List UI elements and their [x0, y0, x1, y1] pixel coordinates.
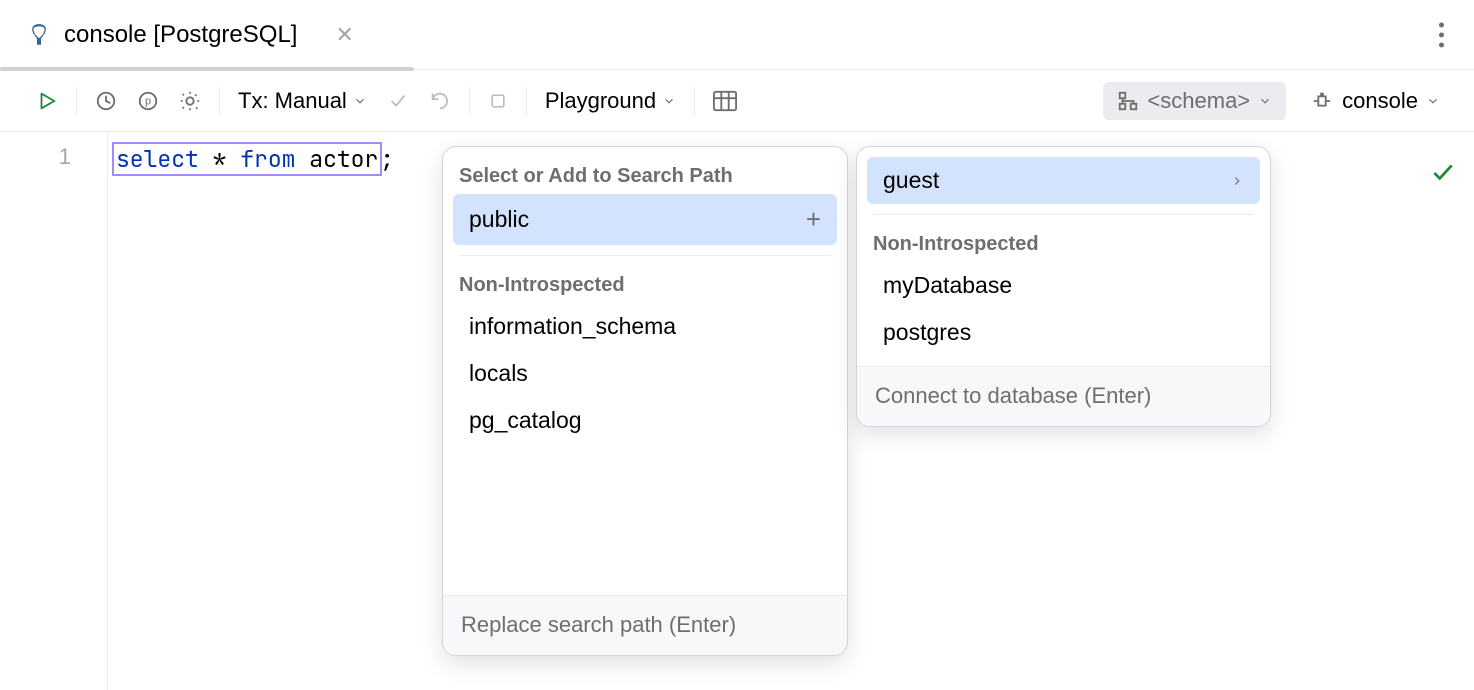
gear-icon[interactable] [169, 84, 211, 118]
table-name: actor [309, 144, 378, 174]
session-dropdown[interactable]: console [1296, 82, 1454, 120]
chevron-down-icon [662, 88, 676, 114]
db-item-guest[interactable]: guest [867, 157, 1260, 204]
editor-toolbar: p Tx: Manual Playground <schema> consol [0, 70, 1474, 132]
plus-icon[interactable]: + [806, 204, 821, 235]
schema-label: <schema> [1147, 88, 1250, 114]
inspection-ok-icon[interactable] [1430, 160, 1456, 191]
chevron-down-icon [353, 88, 367, 114]
schema-item-label: public [469, 206, 529, 233]
schema-item-label: locals [469, 360, 528, 387]
keyword-from: from [240, 144, 295, 174]
popup-section-header: Non-Introspected [443, 256, 847, 303]
toolbar-separator [219, 87, 220, 115]
line-number: 1 [0, 144, 71, 170]
schema-item-pg-catalog[interactable]: pg_catalog [453, 397, 837, 444]
db-item-label: postgres [883, 319, 971, 346]
commit-check-icon[interactable] [377, 84, 419, 118]
schema-dropdown[interactable]: <schema> [1103, 82, 1286, 120]
toolbar-separator [526, 87, 527, 115]
toolbar-separator [469, 87, 470, 115]
kebab-menu-icon[interactable] [1439, 22, 1444, 47]
letter-p-icon[interactable]: p [127, 84, 169, 118]
plug-icon [1310, 90, 1334, 112]
session-label: console [1342, 88, 1418, 114]
chevron-down-icon [1258, 88, 1272, 114]
keyword-select: select [116, 144, 199, 174]
popup-footer: Connect to database (Enter) [857, 366, 1270, 426]
popup-section-header: Non-Introspected [857, 215, 1270, 262]
toolbar-separator [76, 87, 77, 115]
popup-header: Select or Add to Search Path [443, 147, 847, 194]
chevron-down-icon [1426, 88, 1440, 114]
semicolon: ; [380, 144, 394, 174]
tx-mode-dropdown[interactable]: Tx: Manual [228, 82, 377, 120]
db-item-label: guest [883, 167, 939, 194]
stop-button[interactable] [478, 85, 518, 117]
highlighted-statement: select * from actor [114, 144, 380, 174]
schema-search-path-popup: Select or Add to Search Path public + No… [442, 146, 848, 656]
svg-text:p: p [145, 95, 151, 107]
code-editor[interactable]: select * from actor; [108, 132, 394, 690]
toolbar-separator [694, 87, 695, 115]
tx-mode-label: Tx: Manual [238, 88, 347, 114]
editor-tab-bar: console [PostgreSQL] ✕ [0, 0, 1474, 70]
db-item-postgres[interactable]: postgres [867, 309, 1260, 356]
history-icon[interactable] [85, 84, 127, 118]
schema-item-public[interactable]: public + [453, 194, 837, 245]
star-token: * [213, 144, 227, 174]
run-button[interactable] [26, 84, 68, 118]
schema-item-label: information_schema [469, 313, 676, 340]
editor-tab-title: console [PostgreSQL] [64, 21, 297, 49]
schema-item-information-schema[interactable]: information_schema [453, 303, 837, 350]
db-item-mydatabase[interactable]: myDatabase [867, 262, 1260, 309]
editor-gutter: 1 [0, 132, 108, 690]
db-item-label: myDatabase [883, 272, 1012, 299]
chevron-right-icon [1230, 167, 1244, 194]
editor-tab-console[interactable]: console [PostgreSQL] ✕ [26, 21, 354, 49]
playground-dropdown[interactable]: Playground [535, 82, 686, 120]
rollback-undo-icon[interactable] [419, 84, 461, 118]
schema-icon [1117, 90, 1139, 112]
postgres-elephant-icon [26, 22, 52, 48]
database-submenu-popup: guest Non-Introspected myDatabase postgr… [856, 146, 1271, 427]
schema-item-locals[interactable]: locals [453, 350, 837, 397]
playground-label: Playground [545, 88, 656, 114]
table-view-icon[interactable] [703, 84, 747, 118]
popup-footer: Replace search path (Enter) [443, 595, 847, 655]
close-icon[interactable]: ✕ [335, 22, 353, 48]
schema-item-label: pg_catalog [469, 407, 582, 434]
